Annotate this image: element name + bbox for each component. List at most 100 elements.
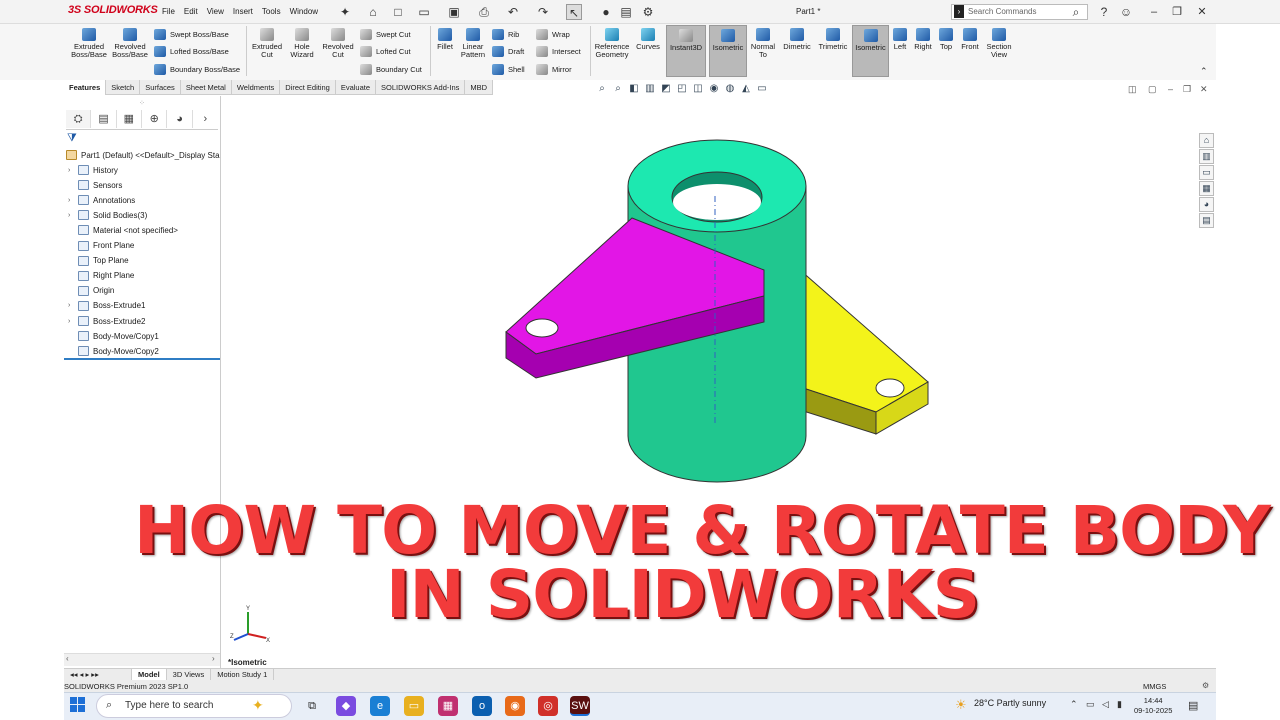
- section-view-button[interactable]: Section View: [984, 28, 1014, 59]
- network-icon[interactable]: ▭: [1086, 699, 1095, 710]
- search-highlight-icon[interactable]: ✦: [252, 697, 264, 714]
- dimetric-button[interactable]: Dimetric: [781, 28, 813, 51]
- tree-item[interactable]: Sensors: [68, 180, 122, 191]
- tree-root-part[interactable]: Part1 (Default) <<Default>_Display Sta: [66, 150, 220, 160]
- rib-button[interactable]: Rib: [492, 29, 519, 40]
- tree-item[interactable]: Material <not specified>: [68, 225, 178, 236]
- revolved-cut-button[interactable]: Revolved Cut: [320, 28, 356, 59]
- zoom-to-fit-icon[interactable]: ⌕: [596, 83, 608, 94]
- customize-icon[interactable]: ⚙: [1202, 681, 1209, 690]
- expand-arrow-icon[interactable]: ›: [68, 167, 78, 174]
- propertymanager-tab-icon[interactable]: ▤: [91, 110, 117, 128]
- copilot-icon[interactable]: ◆: [336, 696, 356, 716]
- custom-properties-icon[interactable]: ▤: [1199, 213, 1214, 228]
- right-view-button[interactable]: Right: [912, 28, 934, 51]
- normal-to-button[interactable]: Normal To: [749, 28, 777, 59]
- firefox-icon[interactable]: ◉: [505, 696, 525, 716]
- tree-item[interactable]: › Boss-Extrude2: [68, 316, 145, 326]
- menu-window[interactable]: Window: [290, 7, 318, 16]
- isometric-button[interactable]: Isometric: [709, 25, 747, 77]
- new-document-icon[interactable]: □: [390, 4, 406, 20]
- expand-arrow-icon[interactable]: ›: [68, 302, 78, 309]
- viewport-minimize-icon[interactable]: ◫: [1128, 84, 1137, 95]
- boundary-boss-button[interactable]: Boundary Boss/Base: [154, 64, 240, 75]
- view-settings-icon[interactable]: ▭: [756, 83, 768, 94]
- featuremanager-tab-icon[interactable]: ⛭: [66, 110, 92, 128]
- revolved-boss-button[interactable]: Revolved Boss/Base: [110, 28, 150, 59]
- trimetric-button[interactable]: Trimetric: [816, 28, 850, 51]
- outlook-icon[interactable]: o: [472, 696, 492, 716]
- top-view-button[interactable]: Top: [937, 28, 955, 51]
- instant3d-button[interactable]: Instant3D: [666, 25, 706, 77]
- menu-edit[interactable]: Edit: [184, 7, 198, 16]
- chevron-right-icon[interactable]: ›: [193, 110, 218, 128]
- swept-cut-button[interactable]: Swept Cut: [360, 29, 411, 40]
- scroll-left-icon[interactable]: ‹: [66, 654, 69, 663]
- tree-item[interactable]: Body-Move/Copy1: [68, 331, 159, 342]
- appearances-icon[interactable]: ◕: [1199, 197, 1214, 212]
- hole-wizard-button[interactable]: Hole Wizard: [286, 28, 318, 59]
- open-icon[interactable]: ▭: [416, 4, 432, 20]
- displaymanager-tab-icon[interactable]: ◕: [167, 110, 193, 128]
- swept-boss-button[interactable]: Swept Boss/Base: [154, 29, 229, 40]
- save-icon[interactable]: ▣: [446, 4, 462, 20]
- tab-surfaces[interactable]: Surfaces: [140, 80, 181, 95]
- tab-mbd[interactable]: MBD: [465, 80, 494, 95]
- user-icon[interactable]: ☺: [1118, 4, 1134, 20]
- edge-browser-icon[interactable]: e: [370, 696, 390, 716]
- minimize-icon[interactable]: –: [1145, 3, 1163, 21]
- bottom-tab-nav[interactable]: ◂◂ ◂ ▸ ▸▸: [64, 669, 132, 680]
- apply-scene-icon[interactable]: ◭: [740, 83, 752, 94]
- view-orientation-icon[interactable]: ◰: [676, 83, 688, 94]
- wrap-button[interactable]: Wrap: [536, 29, 570, 40]
- weather-text[interactable]: 28°C Partly sunny: [974, 698, 1046, 708]
- tree-item[interactable]: › Annotations: [68, 195, 135, 206]
- dynamic-annotation-icon[interactable]: ◩: [660, 83, 672, 94]
- linear-pattern-button[interactable]: Linear Pattern: [458, 28, 488, 59]
- tree-item[interactable]: › Boss-Extrude1: [68, 300, 145, 311]
- tree-item[interactable]: Origin: [68, 285, 114, 296]
- edit-appearance-icon[interactable]: ◍: [724, 83, 736, 94]
- reference-geometry-button[interactable]: Reference Geometry: [593, 28, 631, 59]
- extruded-boss-button[interactable]: Extruded Boss/Base: [70, 28, 108, 59]
- tab-motion-study-1[interactable]: Motion Study 1: [211, 669, 275, 680]
- tab-weldments[interactable]: Weldments: [232, 80, 281, 95]
- panel-grip-icon[interactable]: ⁘: [139, 99, 145, 107]
- expand-arrow-icon[interactable]: ›: [68, 212, 78, 219]
- hide-show-items-icon[interactable]: ◉: [708, 83, 720, 94]
- tree-item[interactable]: › History: [68, 165, 118, 175]
- rollback-bar[interactable]: [64, 358, 220, 360]
- isometric-view-button[interactable]: Isometric: [852, 25, 889, 77]
- chrome-icon[interactable]: ◎: [538, 696, 558, 716]
- tree-item[interactable]: Front Plane: [68, 240, 134, 251]
- viewport-restore-icon[interactable]: ❐: [1183, 84, 1191, 95]
- battery-icon[interactable]: ▮: [1117, 699, 1122, 710]
- mirror-button[interactable]: Mirror: [536, 64, 572, 75]
- view-palette-icon[interactable]: ▦: [1199, 181, 1214, 196]
- extruded-cut-button[interactable]: Extruded Cut: [250, 28, 284, 59]
- options-gear-icon[interactable]: ⚙: [640, 4, 656, 20]
- tree-item[interactable]: Right Plane: [68, 270, 134, 281]
- menu-tools[interactable]: Tools: [262, 7, 281, 16]
- print-icon[interactable]: ⎙: [476, 4, 492, 20]
- collapse-ribbon-icon[interactable]: ⌃: [1200, 66, 1208, 77]
- expand-arrow-icon[interactable]: ›: [68, 197, 78, 204]
- units-indicator[interactable]: MMGS: [1143, 682, 1166, 691]
- fillet-button[interactable]: Fillet: [434, 28, 456, 51]
- draft-button[interactable]: Draft: [492, 46, 524, 57]
- search-icon[interactable]: ⌕: [1068, 4, 1084, 20]
- curves-button[interactable]: Curves: [634, 28, 662, 51]
- tab-direct-editing[interactable]: Direct Editing: [280, 80, 336, 95]
- traffic-light-icon[interactable]: ●: [598, 4, 614, 20]
- dimxpert-tab-icon[interactable]: ⊕: [142, 110, 168, 128]
- tree-item[interactable]: › Solid Bodies(3): [68, 210, 147, 221]
- viewport-tile-icon[interactable]: ▢: [1148, 84, 1157, 95]
- scroll-right-icon[interactable]: ›: [212, 654, 215, 663]
- tab-sketch[interactable]: Sketch: [106, 80, 141, 95]
- tab-sheet-metal[interactable]: Sheet Metal: [181, 80, 232, 95]
- start-button[interactable]: [70, 697, 88, 715]
- weather-icon[interactable]: ☀: [955, 697, 967, 713]
- tab-addins[interactable]: SOLIDWORKS Add-Ins: [376, 80, 466, 95]
- viewport-minimize-button[interactable]: –: [1168, 84, 1173, 94]
- expand-arrow-icon[interactable]: ›: [68, 318, 78, 325]
